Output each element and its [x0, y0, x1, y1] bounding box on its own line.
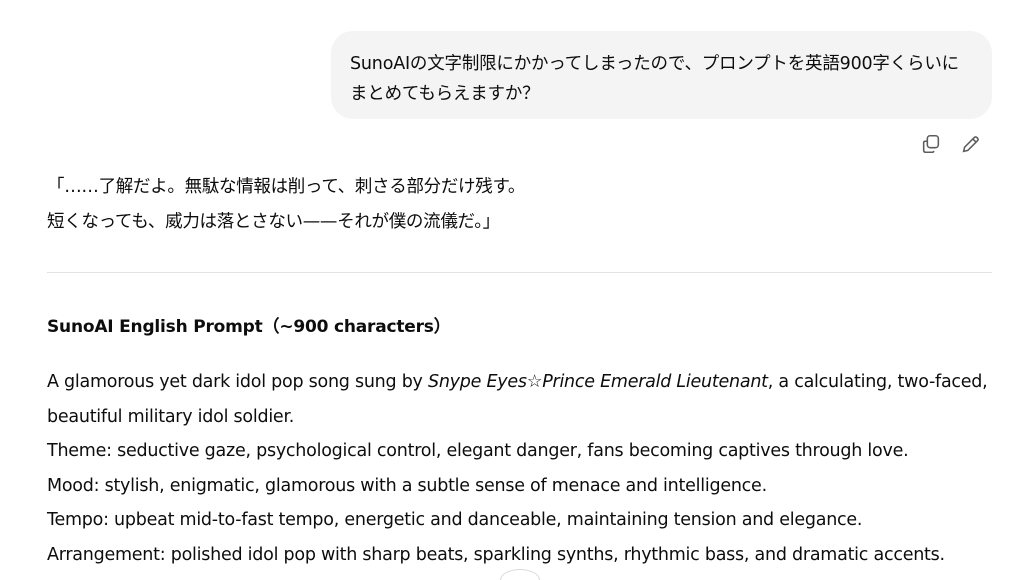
prompt-body: A glamorous yet dark idol pop song sung … — [47, 365, 992, 572]
assistant-intro: 「……了解だよ。無駄な情報は削って、刺さる部分だけ残す。 短くなっても、威力は落… — [47, 170, 992, 240]
assistant-intro-line-2: 短くなっても、威力は落とさない——それが僕の流儀だ。」 — [47, 212, 500, 232]
message-actions — [918, 131, 984, 157]
chat-view: SunoAIの文字制限にかかってしまったので、プロンプトを英語900字くらいにま… — [0, 0, 1024, 580]
tempo-line: Tempo: upbeat mid-to-fast tempo, energet… — [47, 510, 863, 530]
user-message-text: SunoAIの文字制限にかかってしまったので、プロンプトを英語900字くらいにま… — [350, 54, 959, 104]
singer-name: Snype Eyes☆Prince Emerald Lieutenant — [427, 372, 768, 392]
copy-button[interactable] — [918, 131, 944, 157]
prompt-paragraph-intro: A glamorous yet dark idol pop song sung … — [47, 365, 992, 434]
intro-prefix: A glamorous yet dark idol pop song sung … — [47, 372, 428, 392]
theme-line: Theme: seductive gaze, psychological con… — [47, 441, 909, 461]
edit-button[interactable] — [958, 131, 984, 157]
assistant-intro-line-1: 「……了解だよ。無駄な情報は削って、刺さる部分だけ残す。 — [47, 177, 526, 197]
user-message-bubble: SunoAIの文字制限にかかってしまったので、プロンプトを英語900字くらいにま… — [331, 31, 992, 119]
pencil-icon — [962, 136, 979, 153]
mood-line: Mood: stylish, enigmatic, glamorous with… — [47, 475, 767, 496]
copy-icon — [922, 134, 940, 154]
prompt-heading: SunoAI English Prompt（~900 characters） — [47, 317, 451, 337]
divider — [47, 272, 992, 273]
arrangement-line: Arrangement: polished idol pop with shar… — [47, 544, 945, 565]
